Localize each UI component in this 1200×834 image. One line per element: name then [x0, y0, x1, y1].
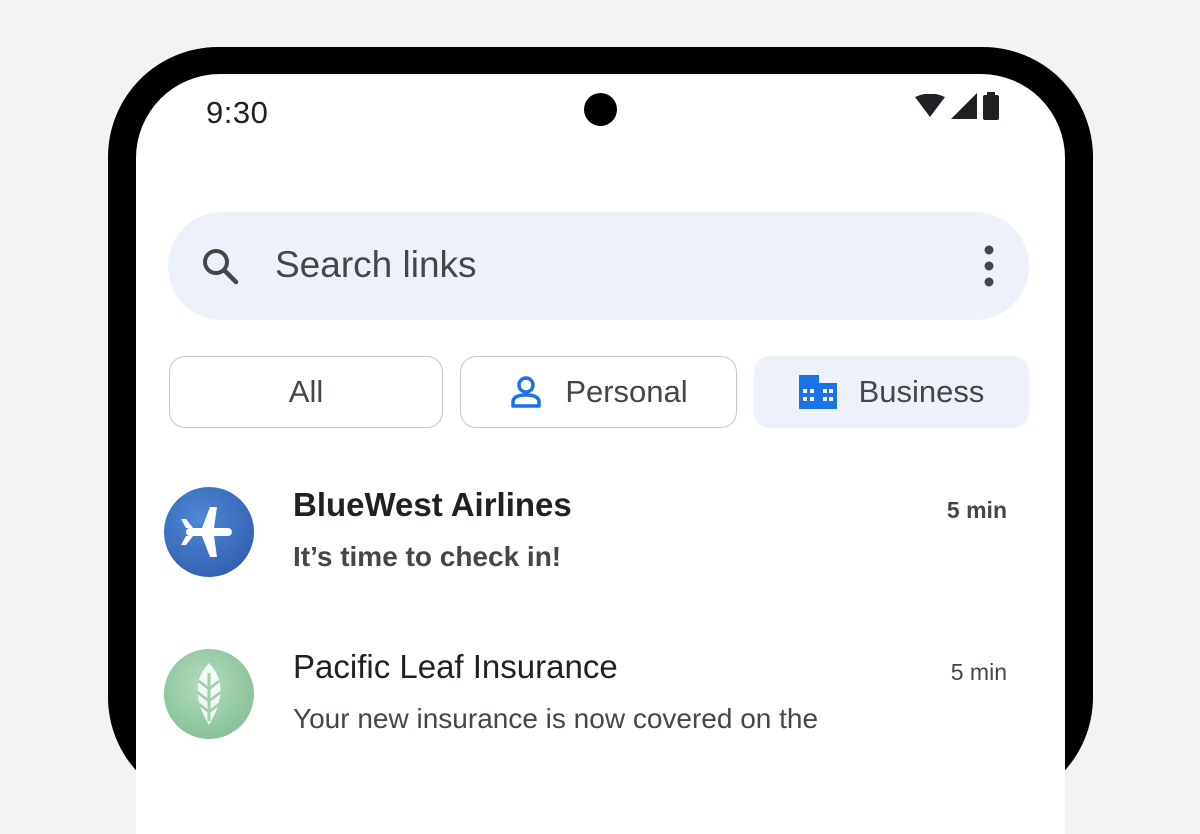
- more-vertical-icon[interactable]: [977, 244, 1001, 288]
- cellular-signal-icon: [951, 92, 977, 124]
- conversation-timestamp: 5 min: [946, 497, 1007, 523]
- avatar: [164, 649, 254, 739]
- person-icon: [509, 375, 543, 409]
- search-icon[interactable]: [200, 246, 240, 286]
- conversation-sender: BlueWest Airlines: [293, 486, 572, 523]
- conversation-list-item[interactable]: Pacific Leaf Insurance Your new insuranc…: [136, 631, 1065, 771]
- phone-screen: 9:30 Search links All Personal Business …: [136, 74, 1065, 834]
- search-bar[interactable]: Search links: [168, 212, 1029, 320]
- avatar: [164, 487, 254, 577]
- wifi-icon: [915, 93, 945, 123]
- leaf-icon: [196, 663, 222, 725]
- conversation-sender: Pacific Leaf Insurance: [293, 648, 618, 685]
- business-building-icon: [798, 375, 837, 409]
- filter-chip-label: Business: [858, 374, 985, 409]
- airplane-icon: [181, 507, 232, 557]
- conversation-snippet: Your new insurance is now covered on the: [293, 703, 819, 734]
- status-bar-time: 9:30: [206, 95, 269, 130]
- search-input[interactable]: Search links: [275, 242, 477, 288]
- conversation-snippet: It’s time to check in!: [293, 541, 562, 572]
- battery-icon: [983, 91, 999, 125]
- conversation-list-item[interactable]: BlueWest Airlines It’s time to check in!…: [136, 469, 1065, 609]
- filter-chip-personal[interactable]: Personal: [460, 356, 737, 428]
- filter-chip-label: All: [288, 374, 324, 409]
- phone-frame: 9:30 Search links All Personal Business …: [108, 47, 1093, 834]
- filter-chip-label: Personal: [565, 374, 688, 409]
- front-camera: [584, 93, 617, 126]
- filter-chip-business[interactable]: Business: [754, 356, 1029, 428]
- status-bar-icons: [915, 91, 999, 125]
- filter-chip-all[interactable]: All: [169, 356, 443, 428]
- conversation-timestamp: 5 min: [950, 659, 1007, 685]
